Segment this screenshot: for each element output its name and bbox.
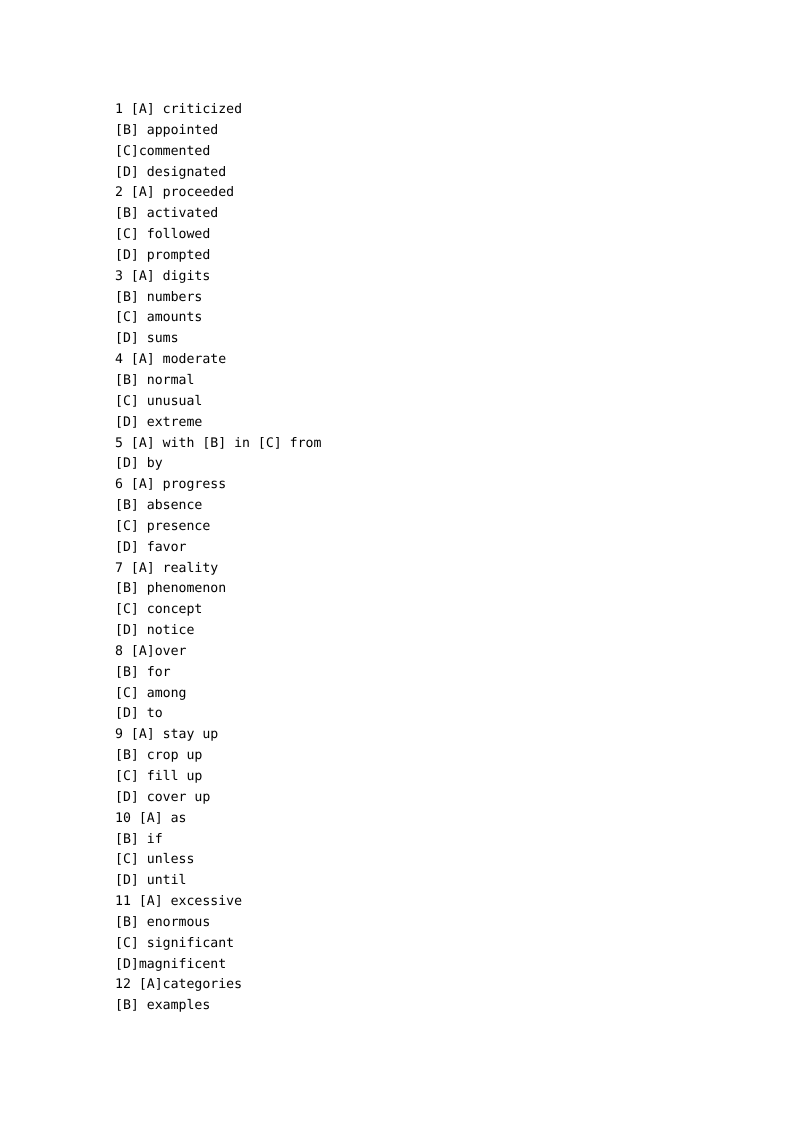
answer-option-line: [D] cover up (115, 789, 211, 805)
answer-option-line: [C] followed (115, 227, 211, 243)
answer-option-line: [B] crop up (115, 748, 203, 764)
answer-option-line: [D]magnificent (115, 956, 227, 972)
answer-option-line: 4 [A] moderate (115, 352, 227, 368)
answer-options-list: 1 [A] criticized [B] appointed [C]commente… (115, 100, 715, 1017)
answer-option-line: [B] phenomenon (115, 581, 227, 597)
answer-option-line: [C] concept (115, 602, 203, 618)
answer-option-line: 9 [A] stay up (115, 727, 219, 743)
answer-option-line: [B] for (115, 664, 171, 680)
answer-option-line: 11 [A] excessive (115, 894, 243, 910)
answer-option-line: [C] among (115, 685, 187, 701)
answer-option-line: [B] absence (115, 498, 203, 514)
answer-option-line: [D] to (115, 706, 163, 722)
answer-option-line: [B] if (115, 831, 163, 847)
answer-option-line: [D] until (115, 873, 187, 889)
answer-option-line: [B] normal (115, 372, 195, 388)
answer-option-line: [B] appointed (115, 122, 219, 138)
answer-option-line: 12 [A]categories (115, 977, 243, 993)
answer-option-line: [D] prompted (115, 247, 211, 263)
answer-option-line: 5 [A] with [B] in [C] from (115, 435, 322, 451)
answer-option-line: 6 [A] progress (115, 477, 227, 493)
answer-option-line: [B] numbers (115, 289, 203, 305)
answer-option-line: [C] significant (115, 935, 235, 951)
answer-option-line: [D] sums (115, 331, 179, 347)
answer-option-line: [B] enormous (115, 914, 211, 930)
answer-option-line: [C] amounts (115, 310, 203, 326)
answer-option-line: [D] extreme (115, 414, 203, 430)
answer-option-line: 7 [A] reality (115, 560, 219, 576)
answer-option-line: 8 [A]over (115, 643, 187, 659)
answer-option-line: [B] examples (115, 998, 211, 1014)
answer-option-line: [C] presence (115, 518, 211, 534)
answer-option-line: [D] favor (115, 539, 187, 555)
answer-option-line: [C]commented (115, 143, 211, 159)
answer-option-line: [D] notice (115, 623, 195, 639)
answer-option-line: [B] activated (115, 206, 219, 222)
answer-option-line: [C] fill up (115, 769, 203, 784)
answer-option-line: 10 [A] as (115, 810, 187, 826)
answer-option-line: 1 [A] criticized (115, 102, 243, 117)
document-page: 1 [A] criticized [B] appointed [C]commente… (0, 0, 794, 1123)
answer-option-line: [D] designated (115, 164, 227, 180)
answer-option-line: [C] unless (115, 852, 195, 868)
answer-option-line: 2 [A] proceeded (115, 185, 235, 201)
answer-option-line: 3 [A] digits (115, 268, 211, 284)
answer-option-line: [D] by (115, 456, 163, 472)
answer-option-line: [C] unusual (115, 393, 203, 409)
